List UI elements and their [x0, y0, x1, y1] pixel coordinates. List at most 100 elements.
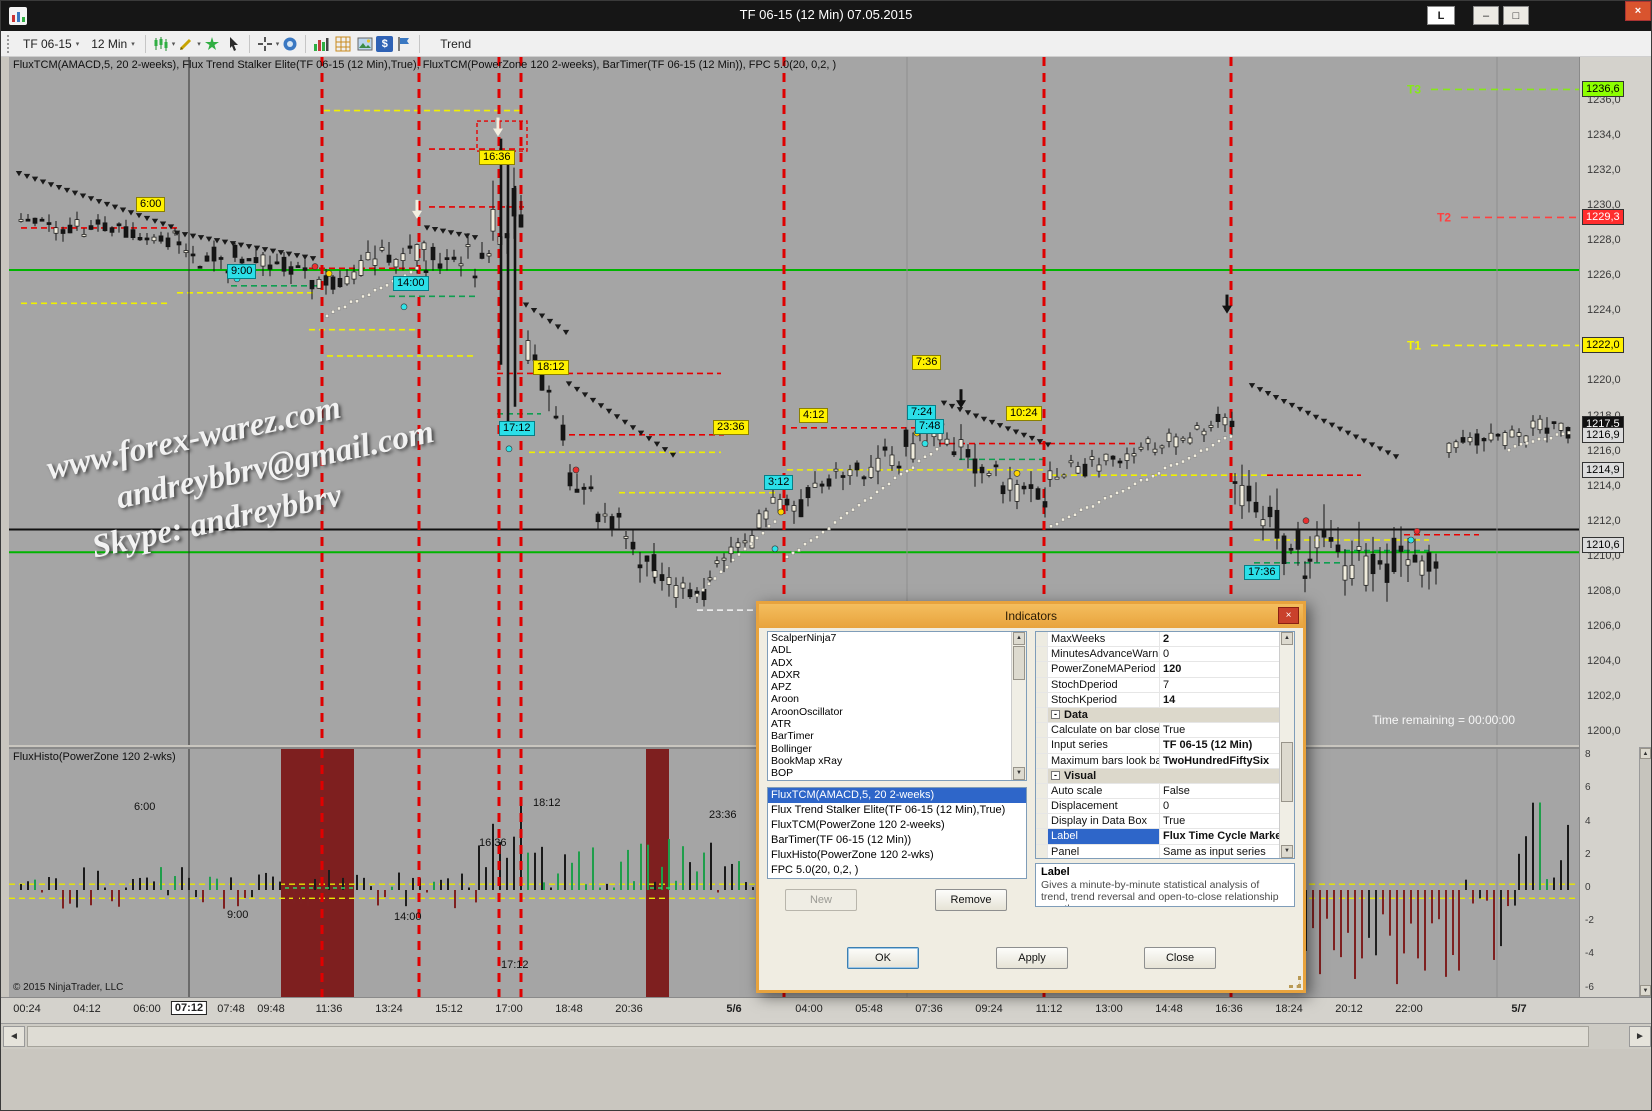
time-axis-label[interactable]: 15:12 — [435, 1003, 463, 1015]
flag-icon[interactable] — [393, 34, 415, 54]
scroll-up-icon[interactable]: ▲ — [1013, 632, 1025, 645]
property-row[interactable]: Displacement0 — [1036, 799, 1279, 814]
property-row[interactable]: MinutesAdvanceWarnin0 — [1036, 647, 1279, 662]
dialog-titlebar[interactable]: Indicators — [759, 604, 1303, 628]
price-axis[interactable]: ▲ ▼ 1236,01234,01232,01230,01228,01226,0… — [1579, 57, 1652, 997]
property-value[interactable]: 0 — [1160, 799, 1279, 813]
trend-mode-label[interactable]: Trend — [432, 35, 479, 53]
time-axis-label[interactable]: 20:36 — [615, 1003, 643, 1015]
selected-indicator-item[interactable]: BarTimer(TF 06-15 (12 Min)) — [768, 833, 1026, 848]
scroll-left-icon[interactable]: ◄ — [3, 1026, 25, 1047]
property-section-row[interactable]: -Data — [1036, 708, 1279, 723]
property-value[interactable]: Same as input series — [1160, 845, 1279, 859]
interval-dropdown[interactable]: 12 Min ▾ — [85, 35, 141, 53]
time-axis[interactable]: 00:24 04:12 06:00 07:12 07:48 09:48 11:36 13:24… — [1, 997, 1652, 1023]
property-row[interactable]: Display in Data BoxTrue — [1036, 814, 1279, 829]
superdom-icon[interactable]: $ — [376, 36, 393, 52]
instrument-dropdown[interactable]: TF 06-15 ▾ — [17, 35, 85, 53]
indicator-list-item[interactable]: BarTimer — [768, 730, 1011, 742]
property-grid[interactable]: MaxWeeks2MinutesAdvanceWarnin0PowerZoneM… — [1035, 631, 1295, 859]
property-value[interactable]: True — [1160, 723, 1279, 737]
property-value[interactable]: 0 — [1160, 647, 1279, 661]
crosshair-icon[interactable] — [254, 34, 276, 54]
cursor-icon[interactable] — [223, 34, 245, 54]
remove-button[interactable]: Remove — [935, 889, 1007, 911]
time-axis-label[interactable]: 09:48 — [257, 1003, 285, 1015]
dialog-close-button[interactable]: × — [1278, 607, 1299, 624]
property-row[interactable]: Calculate on bar closeTrue — [1036, 723, 1279, 738]
grid-icon[interactable] — [332, 34, 354, 54]
time-axis-label[interactable]: 11:12 — [1036, 1003, 1063, 1015]
time-axis-label[interactable]: 04:00 — [795, 1003, 823, 1015]
chart-style-icon[interactable] — [150, 34, 172, 54]
time-axis-label[interactable]: 5/7 — [1511, 1003, 1526, 1015]
time-axis-label[interactable]: 11:36 — [316, 1003, 343, 1015]
property-grid-scrollbar[interactable]: ▲ ▼ — [1279, 632, 1294, 858]
selected-indicators-list[interactable]: FluxTCM(AMACD,5, 20 2-weeks)Flux Trend S… — [767, 787, 1027, 879]
maximize-button[interactable]: □ — [1503, 6, 1529, 25]
drawing-tools-icon[interactable] — [175, 34, 197, 54]
time-axis-label[interactable]: 13:24 — [375, 1003, 403, 1015]
property-row[interactable]: LabelFlux Time Cycle Marke — [1036, 829, 1279, 844]
collapse-icon[interactable]: - — [1051, 771, 1060, 780]
indicator-list-item[interactable]: APZ — [768, 681, 1011, 693]
time-axis-label[interactable]: 04:12 — [73, 1003, 101, 1015]
resize-grip[interactable] — [1289, 976, 1301, 988]
property-value[interactable]: True — [1160, 814, 1279, 828]
time-axis-label[interactable]: 09:24 — [975, 1003, 1003, 1015]
indicator-list-item[interactable]: BOP — [768, 767, 1011, 779]
apply-button[interactable]: Apply — [996, 947, 1068, 969]
market-analyzer-icon[interactable] — [310, 34, 332, 54]
property-value[interactable]: False — [1160, 784, 1279, 798]
scroll-up-icon[interactable]: ▲ — [1281, 632, 1293, 645]
ok-button[interactable]: OK — [847, 947, 919, 969]
property-value[interactable]: TwoHundredFiftySix — [1160, 754, 1279, 768]
indicator-list-item[interactable]: BookMap xRay — [768, 755, 1011, 767]
property-row[interactable]: PanelSame as input series — [1036, 845, 1279, 859]
new-button[interactable]: New — [785, 889, 857, 911]
snapshot-icon[interactable] — [279, 34, 301, 54]
scrollbar-thumb[interactable] — [1013, 646, 1025, 680]
time-axis-label[interactable]: 00:24 — [13, 1003, 41, 1015]
scroll-right-icon[interactable]: ► — [1629, 1026, 1651, 1047]
indicator-list-item[interactable]: AroonOscillator — [768, 706, 1011, 718]
time-axis-label[interactable]: 06:00 — [133, 1003, 161, 1015]
available-indicators-list[interactable]: ScalperNinja7ADLADXADXRAPZAroonAroonOsci… — [767, 631, 1027, 781]
property-value[interactable]: Flux Time Cycle Marke — [1160, 829, 1279, 843]
time-axis-label[interactable]: 17:00 — [495, 1003, 523, 1015]
selected-indicator-item[interactable]: FluxTCM(AMACD,5, 20 2-weeks) — [768, 788, 1026, 803]
property-value[interactable]: 14 — [1160, 693, 1279, 707]
scroll-up-icon[interactable]: ▲ — [1640, 748, 1651, 759]
toolbar-grip[interactable] — [7, 35, 12, 53]
property-value[interactable]: 120 — [1160, 662, 1279, 676]
indicator-list-item[interactable]: Aroon — [768, 693, 1011, 705]
collapse-icon[interactable]: - — [1051, 710, 1060, 719]
indicator-list-item[interactable]: ADL — [768, 644, 1011, 656]
indicator-list-item[interactable]: ScalperNinja7 — [768, 632, 1011, 644]
scroll-down-icon[interactable]: ▼ — [1640, 985, 1651, 996]
close-dialog-button[interactable]: Close — [1144, 947, 1216, 969]
time-axis-label[interactable]: 20:12 — [1335, 1003, 1363, 1015]
selected-indicator-item[interactable]: Flux Trend Stalker Elite(TF 06-15 (12 Mi… — [768, 803, 1026, 818]
selected-indicator-item[interactable]: FluxHisto(PowerZone 120 2-wks) — [768, 848, 1026, 863]
time-axis-label[interactable]: 05:48 — [855, 1003, 883, 1015]
selected-indicator-item[interactable]: FPC 5.0(20, 0,2, ) — [768, 863, 1026, 878]
property-section-row[interactable]: -Visual — [1036, 769, 1279, 784]
property-value[interactable]: 2 — [1160, 632, 1279, 646]
histogram-scrollbar[interactable]: ▲ ▼ — [1639, 747, 1652, 997]
scroll-down-icon[interactable]: ▼ — [1013, 767, 1025, 780]
property-row[interactable]: StochDperiod7 — [1036, 678, 1279, 693]
property-row[interactable]: MaxWeeks2 — [1036, 632, 1279, 647]
scrollbar-thumb[interactable] — [27, 1026, 1589, 1047]
available-list-scrollbar[interactable]: ▲ ▼ — [1011, 632, 1026, 780]
scrollbar-thumb[interactable] — [1281, 742, 1293, 802]
time-axis-label[interactable]: 07:48 — [217, 1003, 245, 1015]
close-button[interactable]: × — [1625, 1, 1651, 21]
property-row[interactable]: StochKperiod14 — [1036, 693, 1279, 708]
time-axis-label[interactable]: 07:36 — [915, 1003, 943, 1015]
time-axis-label[interactable]: 07:12 — [171, 1001, 207, 1015]
property-row[interactable]: PowerZoneMAPeriod120 — [1036, 662, 1279, 677]
time-axis-label[interactable]: 18:48 — [555, 1003, 583, 1015]
selected-indicator-item[interactable]: FluxTCM(PowerZone 120 2-weeks) — [768, 818, 1026, 833]
time-axis-label[interactable]: 5/6 — [726, 1003, 741, 1015]
